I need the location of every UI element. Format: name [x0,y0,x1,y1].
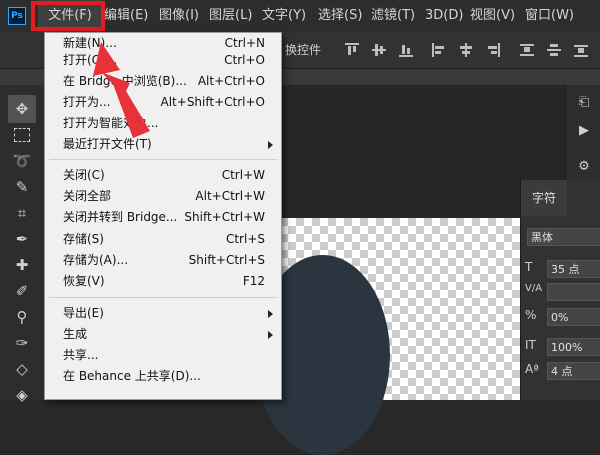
menu-item-shortcut: Shift+Ctrl+S [188,253,265,267]
crop-tool-icon[interactable]: ⌗ [8,199,36,227]
brush-tool-icon[interactable]: ✐ [8,277,36,305]
eraser-tool-icon[interactable]: ◇ [8,355,36,383]
tab-character[interactable]: 字符 [521,180,567,216]
menu-window[interactable]: 窗口(W) [525,0,574,32]
align-left-icon[interactable] [432,43,446,57]
menu-item-label: 打开为智能对象... [63,116,159,130]
align-right-icon[interactable] [486,43,500,57]
kerning-icon: V/A [525,283,543,294]
menu-layer[interactable]: 图层(L) [209,0,252,32]
align-horizontal-center-icon[interactable] [459,43,473,57]
quick-select-tool-icon[interactable]: ✎ [8,173,36,201]
baseline-shift-field[interactable]: 4 点 [547,362,600,380]
tracking-icon: % [525,308,537,322]
align-vertical-center-icon[interactable] [372,43,386,57]
menu-item-label: 导出(E) [63,306,104,320]
align-bottom-icon[interactable] [399,43,413,57]
menu-item-close-all[interactable]: 关闭全部 Alt+Ctrl+W [45,186,281,207]
vertical-scale-icon: IT [525,338,536,352]
submenu-arrow-icon [268,310,273,318]
menu-select[interactable]: 选择(S) [318,0,362,32]
character-panel: 字符 黑体 T 35 点 V/A % 0% IT 100% Aª 4 点 [520,180,600,400]
menu-item-open-as[interactable]: 打开为... Alt+Shift+Ctrl+O [45,92,281,113]
menu-3d[interactable]: 3D(D) [425,0,463,32]
properties-panel-icon[interactable]: ⚙ [576,159,592,175]
menu-separator [49,159,277,160]
actions-play-icon[interactable]: ▶ [576,123,592,139]
history-brush-tool-icon[interactable]: ✑ [8,329,36,357]
distribute-bottom-icon[interactable] [574,43,588,57]
menu-item-shortcut: Alt+Ctrl+W [195,189,265,203]
menu-item-shortcut: Ctrl+W [221,168,265,182]
history-panel-icon[interactable]: ⎗ [576,95,592,111]
menu-item-recent-files[interactable]: 最近打开文件(T) [45,134,281,155]
menu-item-share-behance[interactable]: 在 Behance 上共享(D)... [45,366,281,387]
menu-item-close[interactable]: 关闭(C) Ctrl+W [45,165,281,186]
photoshop-logo: Ps [8,7,26,25]
menu-item-revert[interactable]: 恢复(V) F12 [45,271,281,292]
tools-panel: ✥ ➰ ✎ ⌗ ✒ ✚ ✐ ⚲ ✑ ◇ ◈ [0,85,45,404]
menu-item-label: 存储为(A)... [63,253,129,267]
font-size-icon: T [525,260,533,274]
submenu-arrow-icon [268,141,273,149]
menu-item-label: 共享... [63,348,99,362]
move-tool-icon[interactable]: ✥ [8,95,36,123]
menu-item-open[interactable]: 打开(O)... Ctrl+O [45,50,281,71]
menu-item-shortcut: Alt+Ctrl+O [197,74,265,88]
menu-item-label: 关闭并转到 Bridge... [63,210,178,224]
healing-brush-tool-icon[interactable]: ✚ [8,251,36,279]
menu-type[interactable]: 文字(Y) [262,0,306,32]
menu-bar: Ps 文件(F) 编辑(E) 图像(I) 图层(L) 文字(Y) 选择(S) 滤… [0,0,600,33]
menu-item-label: 恢复(V) [63,274,105,288]
menu-item-save-as[interactable]: 存储为(A)... Shift+Ctrl+S [45,250,281,271]
submenu-arrow-icon [268,331,273,339]
paint-bucket-tool-icon[interactable]: ◈ [8,381,36,409]
menu-item-label: 在 Bridge 中浏览(B)... [63,74,187,88]
menu-item-shortcut: Ctrl+O [224,53,265,67]
menu-item-shortcut: Alt+Shift+Ctrl+O [160,95,265,109]
tracking-field[interactable]: 0% [547,308,600,326]
menu-item-shortcut: Shift+Ctrl+W [184,210,265,224]
baseline-shift-icon: Aª [525,362,539,376]
highlight-box [31,1,105,31]
menu-item-close-go-bridge[interactable]: 关闭并转到 Bridge... Shift+Ctrl+W [45,207,281,228]
menu-item-label: 最近打开文件(T) [63,137,152,151]
file-menu-dropdown: 新建(N)... Ctrl+N 打开(O)... Ctrl+O 在 Bridge… [44,32,282,400]
marquee-tool-icon[interactable] [8,121,36,149]
menu-item-shortcut: Ctrl+S [225,232,265,246]
lasso-tool-icon[interactable]: ➰ [8,147,36,175]
menu-item-open-smart-object[interactable]: 打开为智能对象... [45,113,281,134]
align-top-icon[interactable] [345,43,359,57]
menu-view[interactable]: 视图(V) [470,0,515,32]
menu-item-shortcut: F12 [242,274,265,288]
eyedropper-tool-icon[interactable]: ✒ [8,225,36,253]
menu-item-label: 打开为... [63,95,111,109]
menu-filter[interactable]: 滤镜(T) [371,0,415,32]
menu-item-save[interactable]: 存储(S) Ctrl+S [45,229,281,250]
menu-item-browse-bridge[interactable]: 在 Bridge 中浏览(B)... Alt+Ctrl+O [45,71,281,92]
menu-image[interactable]: 图像(I) [159,0,199,32]
menu-separator [49,297,277,298]
distribute-center-icon[interactable] [547,43,561,57]
menu-item-label: 在 Behance 上共享(D)... [63,369,201,383]
transform-controls-label[interactable]: 换控件 [285,32,321,68]
distribute-top-icon[interactable] [520,43,534,57]
kerning-field[interactable] [547,283,600,301]
menu-item-label: 打开(O)... [63,53,118,67]
font-family-select[interactable]: 黑体 [527,228,600,246]
menu-edit[interactable]: 编辑(E) [104,0,148,32]
clone-stamp-tool-icon[interactable]: ⚲ [8,303,36,331]
vertical-scale-field[interactable]: 100% [547,338,600,356]
menu-item-share[interactable]: 共享... [45,345,281,366]
menu-item-generate[interactable]: 生成 [45,324,281,345]
menu-item-export[interactable]: 导出(E) [45,303,281,324]
menu-item-label: 关闭(C) [63,168,105,182]
menu-item-label: 生成 [63,327,88,341]
menu-item-label: 关闭全部 [63,189,112,203]
menu-item-label: 存储(S) [63,232,104,246]
font-size-field[interactable]: 35 点 [547,260,600,278]
